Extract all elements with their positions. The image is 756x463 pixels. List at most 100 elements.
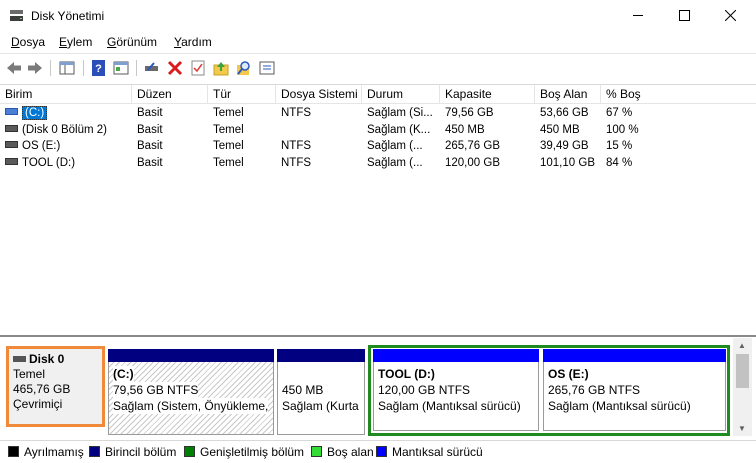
- toolbar: ?: [0, 53, 756, 82]
- search-icon[interactable]: [235, 59, 253, 77]
- volume-type: Temel: [213, 157, 244, 169]
- column-header-capacity[interactable]: Kapasite: [440, 85, 535, 104]
- partition-label: (C:): [113, 366, 134, 382]
- volume-icon: [5, 141, 18, 149]
- volume-icon: [5, 125, 18, 133]
- volume-name: OS (E:): [22, 140, 61, 152]
- delete-icon[interactable]: [166, 59, 184, 77]
- legend-primary: Birincil bölüm: [89, 446, 176, 459]
- logical-drive-bar: [373, 349, 539, 362]
- menu-help[interactable]: Yardım: [174, 35, 212, 49]
- legend-swatch: [376, 446, 387, 458]
- partition-size: 120,00 GB NTFS: [378, 383, 471, 397]
- table-row[interactable]: (C:) Basit Temel NTFS Sağlam (Si... 79,5…: [0, 105, 756, 121]
- minimize-button[interactable]: [616, 0, 662, 31]
- column-header-percent-free[interactable]: % Boş: [601, 85, 756, 104]
- forward-arrow-icon[interactable]: [26, 59, 44, 77]
- volume-file-system: NTFS: [281, 107, 312, 119]
- volume-capacity: 450 MB: [445, 124, 485, 136]
- volume-percent-free: 100 %: [606, 124, 639, 136]
- volume-type: Temel: [213, 124, 244, 136]
- volume-status: Sağlam (...: [367, 140, 423, 152]
- legend-bar: Ayrılmamış Birincil bölüm Genişletilmiş …: [0, 440, 756, 463]
- partition-recovery[interactable]: 450 MB Sağlam (Kurta: [277, 349, 365, 435]
- window-title: Disk Yönetimi: [31, 9, 105, 23]
- volume-blue-icon: [5, 108, 18, 116]
- volume-list: Birim Düzen Tür Dosya Sistemi Durum Kapa…: [0, 84, 756, 332]
- vertical-scrollbar[interactable]: ▲ ▼: [733, 338, 752, 436]
- partition-status: Sağlam (Kurta: [282, 399, 359, 413]
- settings-list-icon[interactable]: [258, 59, 276, 77]
- volume-capacity: 265,76 GB: [445, 140, 500, 152]
- disk-graphical-view: Disk 0 Temel 465,76 GB Çevrimiçi (C:) 79…: [0, 335, 756, 438]
- help-icon[interactable]: ?: [90, 59, 108, 77]
- scrollbar-thumb[interactable]: [736, 354, 749, 388]
- minimize-icon: [633, 15, 643, 16]
- menu-action[interactable]: Eylem: [59, 35, 92, 49]
- column-header-type[interactable]: Tür: [208, 85, 276, 104]
- partition-c[interactable]: (C:) 79,56 GB NTFS Sağlam (Sistem, Önyük…: [108, 349, 274, 435]
- column-header-status[interactable]: Durum: [362, 85, 440, 104]
- upload-folder-icon[interactable]: [212, 59, 230, 77]
- partition-label: OS (E:): [548, 367, 589, 381]
- volume-file-system: NTFS: [281, 140, 312, 152]
- volume-free: 53,66 GB: [540, 107, 589, 119]
- properties-icon[interactable]: [112, 59, 130, 77]
- menu-bar: Dosya Eylem Görünüm Yardım: [0, 32, 756, 52]
- primary-partition-bar: [277, 349, 365, 362]
- volume-capacity: 120,00 GB: [445, 157, 500, 169]
- partition-status: Sağlam (Sistem, Önyükleme,: [113, 398, 269, 414]
- partition-status: Sağlam (Mantıksal sürücü): [378, 399, 521, 413]
- volume-icon: [5, 158, 18, 166]
- disk-icon: [13, 355, 26, 362]
- list-header: Birim Düzen Tür Dosya Sistemi Durum Kapa…: [0, 85, 756, 104]
- volume-name: TOOL (D:): [22, 157, 76, 169]
- back-arrow-icon[interactable]: [5, 59, 23, 77]
- toolbar-separator: [50, 60, 51, 76]
- volume-percent-free: 15 %: [606, 140, 633, 152]
- volume-percent-free: 84 %: [606, 157, 633, 169]
- menu-view[interactable]: Görünüm: [107, 35, 157, 49]
- scroll-up-icon[interactable]: ▲: [738, 341, 747, 350]
- legend-swatch: [311, 446, 322, 458]
- legend-swatch: [184, 446, 195, 458]
- close-button[interactable]: [708, 0, 754, 31]
- partition-tool-d[interactable]: TOOL (D:) 120,00 GB NTFS Sağlam (Mantıks…: [373, 349, 539, 431]
- connect-drive-icon[interactable]: [143, 59, 161, 77]
- volume-percent-free: 67 %: [606, 107, 633, 119]
- close-icon: [725, 10, 736, 21]
- volume-layout: Basit: [137, 157, 163, 169]
- checklist-icon[interactable]: [189, 59, 207, 77]
- partition-size: 265,76 GB NTFS: [548, 383, 641, 397]
- volume-type: Temel: [213, 107, 244, 119]
- disk-state: Çevrimiçi: [13, 397, 63, 411]
- svg-text:?: ?: [95, 63, 102, 75]
- partition-label: TOOL (D:): [378, 367, 435, 381]
- volume-name: (Disk 0 Bölüm 2): [22, 124, 107, 136]
- legend-extended: Genişletilmiş bölüm: [184, 446, 304, 459]
- legend-swatch: [89, 446, 100, 458]
- column-header-free-space[interactable]: Boş Alan: [535, 85, 601, 104]
- disk-info-panel[interactable]: Disk 0 Temel 465,76 GB Çevrimiçi: [6, 346, 105, 427]
- volume-free: 39,49 GB: [540, 140, 589, 152]
- column-header-file-system[interactable]: Dosya Sistemi: [276, 85, 362, 104]
- column-header-layout[interactable]: Düzen: [132, 85, 208, 104]
- partition-os-e[interactable]: OS (E:) 265,76 GB NTFS Sağlam (Mantıksal…: [543, 349, 726, 431]
- legend-logical: Mantıksal sürücü: [376, 446, 483, 459]
- volume-free: 450 MB: [540, 124, 580, 136]
- toolbar-separator: [136, 60, 137, 76]
- menu-file[interactable]: Dosya: [11, 35, 45, 49]
- column-header-volume[interactable]: Birim: [0, 85, 132, 104]
- show-hide-console-tree-icon[interactable]: [58, 59, 76, 77]
- disk-size: 465,76 GB: [13, 382, 71, 396]
- maximize-button[interactable]: [662, 0, 708, 31]
- table-row[interactable]: TOOL (D:) Basit Temel NTFS Sağlam (... 1…: [0, 155, 756, 171]
- table-row[interactable]: OS (E:) Basit Temel NTFS Sağlam (... 265…: [0, 138, 756, 154]
- volume-layout: Basit: [137, 124, 163, 136]
- volume-layout: Basit: [137, 140, 163, 152]
- volume-file-system: NTFS: [281, 157, 312, 169]
- volume-status: Sağlam (K...: [367, 124, 431, 136]
- legend-free-space: Boş alan: [311, 446, 374, 459]
- table-row[interactable]: (Disk 0 Bölüm 2) Basit Temel Sağlam (K..…: [0, 122, 756, 138]
- scroll-down-icon[interactable]: ▼: [738, 424, 747, 433]
